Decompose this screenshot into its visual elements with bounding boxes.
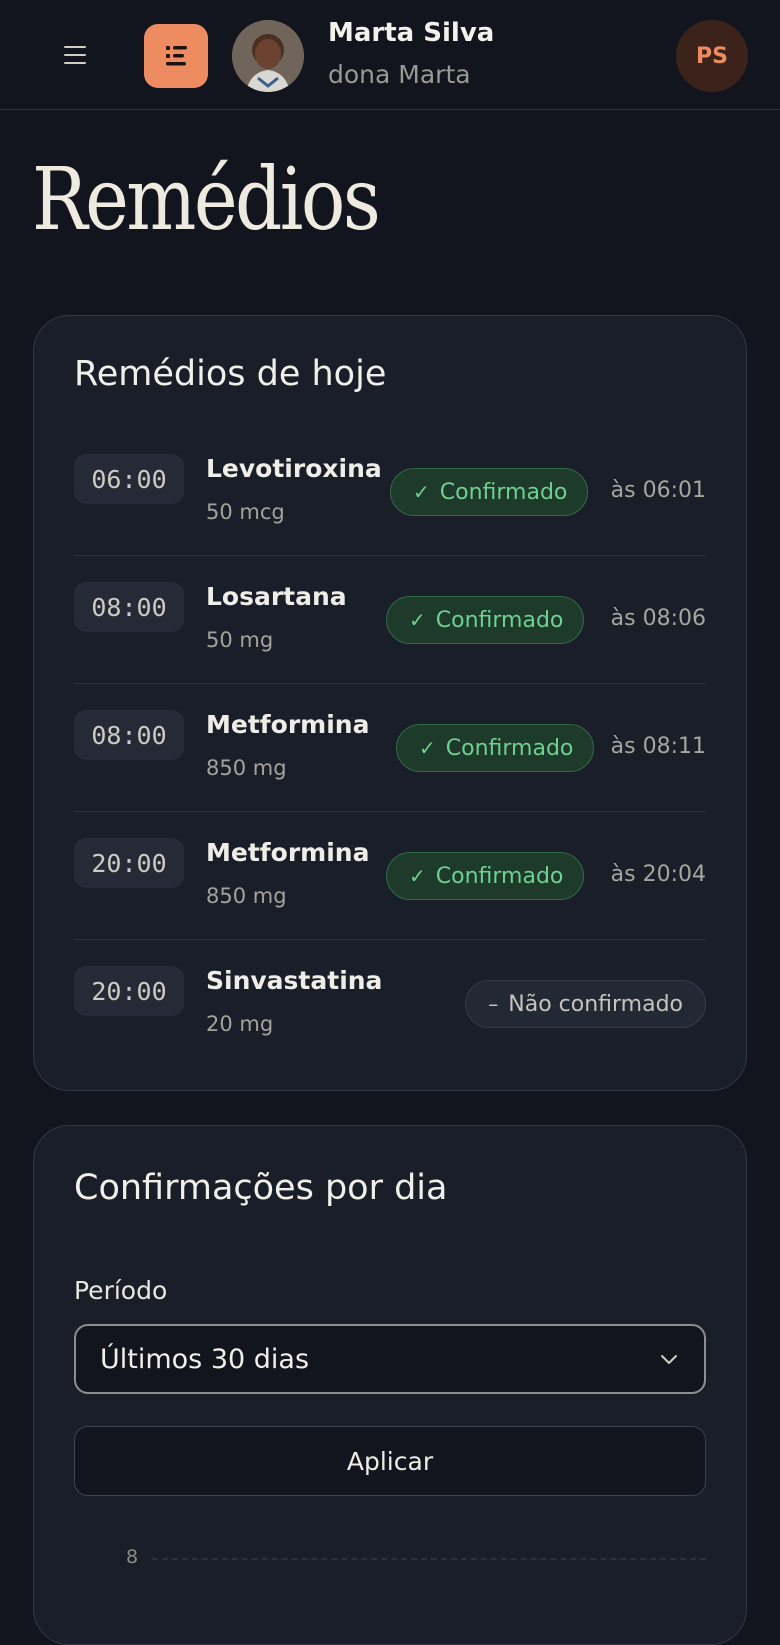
status-label: Confirmado (435, 607, 564, 633)
scheduled-time: 08:00 (74, 710, 184, 760)
scheduled-time: 20:00 (74, 966, 184, 1016)
status-label: Confirmado (439, 479, 568, 505)
medicine-dose: 850 mg (206, 884, 287, 908)
status-label: Confirmado (435, 863, 564, 889)
dash-icon: – (488, 992, 499, 1016)
medicine-row: 08:00 Metformina 850 mg ✓ Confirmado às … (74, 684, 706, 812)
page-title: Remédios (32, 150, 381, 250)
medicine-dose: 20 mg (206, 1012, 274, 1036)
user-nickname: dona Marta (328, 60, 471, 89)
status-badge: – Não confirmado (465, 980, 706, 1028)
medicine-row: 08:00 Losartana 50 mg ✓ Confirmado às 08… (74, 556, 706, 684)
check-icon: ✓ (409, 608, 426, 632)
apply-button[interactable]: Aplicar (74, 1426, 706, 1496)
user-name: Marta Silva (328, 18, 495, 48)
check-icon: ✓ (413, 480, 430, 504)
medicine-name: Metformina (206, 710, 370, 739)
status-label: Confirmado (445, 735, 574, 761)
avatar[interactable] (232, 20, 304, 92)
confirmation-time: às 20:04 (610, 862, 706, 887)
scheduled-time: 06:00 (74, 454, 184, 504)
card-title: Remédios de hoje (74, 354, 387, 394)
y-axis-tick: 8 (126, 1546, 139, 1568)
menu-icon[interactable] (60, 42, 90, 68)
confirmation-time: às 08:06 (610, 606, 706, 631)
period-label: Período (74, 1276, 168, 1305)
scheduled-time: 20:00 (74, 838, 184, 888)
list-icon (166, 46, 187, 66)
check-icon: ✓ (419, 736, 436, 760)
medicine-name: Sinvastatina (206, 966, 383, 995)
medicine-name: Losartana (206, 582, 347, 611)
medicine-dose: 850 mg (206, 756, 287, 780)
medicine-name: Levotiroxina (206, 454, 382, 483)
scheduled-time: 08:00 (74, 582, 184, 632)
account-avatar[interactable]: PS (676, 20, 748, 92)
top-bar: Marta Silva dona Marta PS (0, 0, 780, 110)
status-badge: ✓ Confirmado (396, 724, 595, 772)
status-label: Não confirmado (508, 991, 683, 1017)
medicine-row: 20:00 Sinvastatina 20 mg – Não confirmad… (74, 940, 706, 1068)
medicine-row: 06:00 Levotiroxina 50 mcg ✓ Confirmado à… (74, 428, 706, 556)
today-medicines-card: Remédios de hoje 06:00 Levotiroxina 50 m… (33, 315, 747, 1091)
medicine-name: Metformina (206, 838, 370, 867)
period-select[interactable]: Últimos 30 dias (74, 1324, 706, 1394)
card-title: Confirmações por dia (74, 1168, 448, 1208)
period-value: Últimos 30 dias (100, 1343, 310, 1375)
status-badge: ✓ Confirmado (390, 468, 589, 516)
confirmation-time: às 06:01 (610, 478, 706, 503)
medicine-row: 20:00 Metformina 850 mg ✓ Confirmado às … (74, 812, 706, 940)
chevron-down-icon (661, 1355, 677, 1364)
check-icon: ✓ (409, 864, 426, 888)
grid-line (152, 1558, 706, 1560)
status-badge: ✓ Confirmado (386, 596, 585, 644)
app-logo[interactable] (144, 24, 208, 88)
medicine-dose: 50 mcg (206, 500, 285, 524)
medicine-dose: 50 mg (206, 628, 274, 652)
profile-photo (232, 20, 304, 92)
confirmations-chart-card: Confirmações por dia Período Últimos 30 … (33, 1125, 747, 1645)
confirmation-time: às 08:11 (610, 734, 706, 759)
status-badge: ✓ Confirmado (386, 852, 585, 900)
